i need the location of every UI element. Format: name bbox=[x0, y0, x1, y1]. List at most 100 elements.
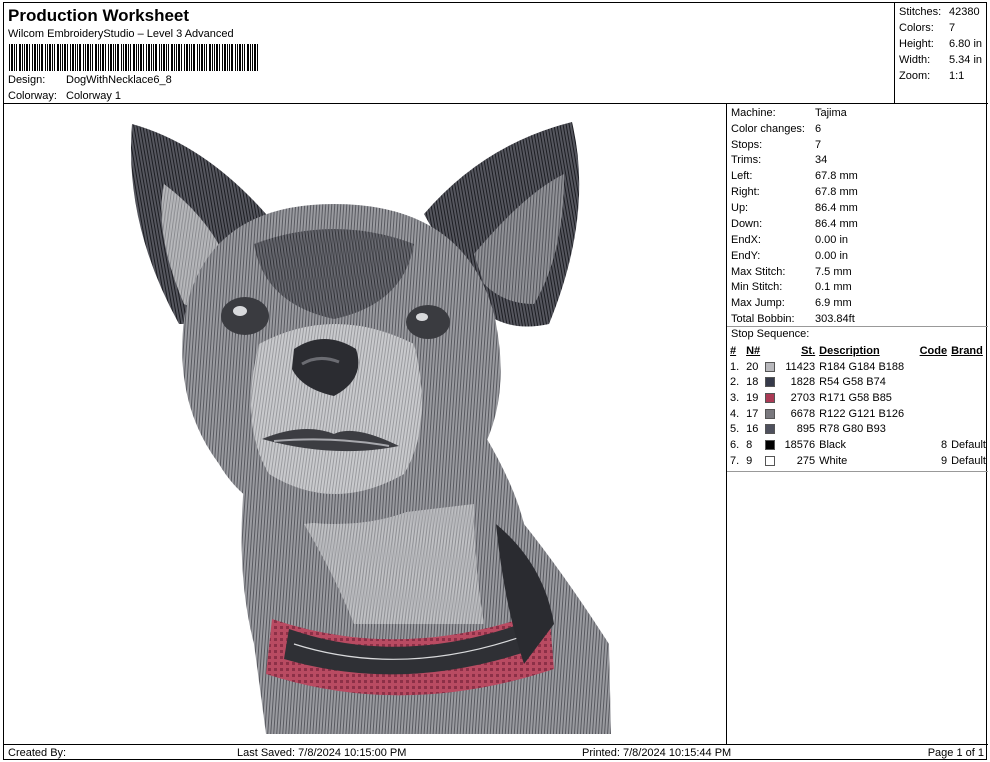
table-row: 2. 18 1828 R54 G58 B74 bbox=[730, 374, 986, 390]
color-swatch bbox=[765, 424, 776, 435]
header-index: # bbox=[730, 344, 737, 357]
stat-value: 6.80 in bbox=[949, 38, 983, 50]
info-value: 67.8 mm bbox=[815, 186, 858, 198]
stat-colors: Colors: 7 bbox=[899, 22, 955, 34]
info-value: 7.5 mm bbox=[815, 266, 852, 278]
stat-value: 5.34 in bbox=[949, 54, 983, 66]
info-row: Max Stitch: 7.5 mm bbox=[731, 266, 852, 278]
info-value: 0.00 in bbox=[815, 234, 849, 246]
info-label: Left: bbox=[731, 170, 753, 182]
info-label: Max Jump: bbox=[731, 297, 785, 309]
cell-brand bbox=[947, 421, 986, 437]
cell-index: 3. bbox=[730, 391, 740, 404]
cell-index: 2. bbox=[730, 376, 740, 389]
info-label: Down: bbox=[731, 218, 763, 230]
info-label: Machine: bbox=[731, 107, 776, 119]
info-row: Stops: 7 bbox=[731, 139, 821, 151]
dog-embroidery-image bbox=[130, 122, 612, 734]
stat-label: Width: bbox=[899, 54, 931, 66]
table-row: 5. 16 895 R78 G80 B93 bbox=[730, 421, 986, 437]
cell-stitches: 2703 bbox=[790, 391, 816, 404]
info-value: 86.4 mm bbox=[815, 202, 858, 214]
info-value: 6 bbox=[815, 123, 822, 135]
table-row: 3. 19 2703 R171 G58 B85 bbox=[730, 390, 986, 406]
design-row: Design: DogWithNecklace6_8 bbox=[8, 74, 172, 86]
cell-needle: 16 bbox=[746, 423, 759, 436]
header-needle: N# bbox=[746, 344, 761, 357]
cell-needle: 20 bbox=[746, 360, 759, 373]
design-stats: Stitches: 42380 Colors: 7 Height: 6.80 in W… bbox=[895, 3, 988, 104]
stat-height: Height: 6.80 in bbox=[899, 38, 982, 50]
stat-zoom: Zoom: 1:1 bbox=[899, 70, 964, 82]
cell-swatch bbox=[765, 374, 779, 390]
info-label: Total Bobbin: bbox=[731, 313, 795, 325]
table-row: 7. 9 275 White 9 Default bbox=[730, 453, 986, 469]
section-divider bbox=[727, 326, 988, 327]
info-label: Color changes: bbox=[731, 123, 805, 135]
info-row: Color changes: 6 bbox=[731, 123, 821, 135]
color-swatch bbox=[765, 393, 776, 403]
printed-date: Printed: 7/8/2024 10:15:44 PM bbox=[582, 747, 732, 759]
header-swatch bbox=[765, 343, 779, 359]
color-swatch bbox=[765, 377, 776, 388]
production-worksheet: Production Worksheet Wilcom EmbroiderySt… bbox=[3, 2, 988, 761]
cell-brand bbox=[947, 359, 986, 375]
color-swatch bbox=[765, 440, 776, 451]
cell-description: R171 G58 B85 bbox=[819, 391, 892, 404]
info-label: Right: bbox=[731, 186, 760, 198]
header-code: Code bbox=[919, 344, 948, 357]
color-swatch bbox=[765, 361, 776, 372]
info-row: Min Stitch: 0.1 mm bbox=[731, 281, 852, 293]
cell-index: 4. bbox=[730, 407, 740, 420]
stat-value: 42380 bbox=[949, 6, 980, 18]
info-value: 86.4 mm bbox=[815, 218, 858, 230]
last-saved: Last Saved: 7/8/2024 10:15:00 PM bbox=[237, 747, 407, 759]
stat-value: 1:1 bbox=[949, 70, 965, 82]
colorway-name: Colorway 1 bbox=[66, 90, 122, 102]
cell-stitches: 18576 bbox=[784, 438, 816, 451]
design-label: Design: bbox=[8, 74, 46, 86]
info-value: 303.84ft bbox=[815, 313, 855, 325]
info-row: Trims: 34 bbox=[731, 154, 827, 166]
cell-index: 6. bbox=[730, 438, 740, 451]
cell-needle: 17 bbox=[746, 407, 759, 420]
info-row: Right: 67.8 mm bbox=[731, 186, 858, 198]
stat-stitches: Stitches: 42380 bbox=[899, 6, 980, 18]
colorway-row: Colorway: Colorway 1 bbox=[8, 90, 121, 102]
info-label: Up: bbox=[731, 202, 749, 214]
cell-brand bbox=[947, 390, 986, 406]
header-description: Description bbox=[819, 344, 880, 357]
cell-swatch bbox=[765, 437, 779, 453]
info-value: 7 bbox=[815, 139, 822, 151]
stat-width: Width: 5.34 in bbox=[899, 54, 982, 66]
info-row: EndX: 0.00 in bbox=[731, 234, 848, 246]
cell-stitches: 6678 bbox=[790, 407, 816, 420]
cell-swatch bbox=[765, 390, 779, 406]
info-row: Total Bobbin: 303.84ft bbox=[731, 313, 855, 325]
cell-needle: 19 bbox=[746, 391, 759, 404]
worksheet-header: Production Worksheet Wilcom EmbroiderySt… bbox=[4, 3, 895, 104]
stat-label: Stitches: bbox=[899, 6, 942, 18]
cell-brand bbox=[947, 374, 986, 390]
cell-stitches: 1828 bbox=[790, 376, 816, 389]
cell-code bbox=[910, 421, 947, 437]
cell-stitches: 11423 bbox=[785, 360, 816, 373]
worksheet-footer: Created By: Last Saved: 7/8/2024 10:15:0… bbox=[4, 744, 988, 761]
cell-index: 5. bbox=[730, 423, 740, 436]
info-row: Left: 67.8 mm bbox=[731, 170, 858, 182]
cell-description: Black bbox=[819, 438, 847, 451]
stop-sequence-title: Stop Sequence: bbox=[731, 328, 810, 340]
dog-right-eye bbox=[406, 305, 450, 339]
cell-code bbox=[910, 406, 947, 422]
cell-brand: Default bbox=[951, 438, 986, 451]
info-label: Stops: bbox=[731, 139, 763, 151]
stat-label: Colors: bbox=[899, 22, 934, 34]
info-label: EndX: bbox=[731, 234, 761, 246]
table-row: 4. 17 6678 R122 G121 B126 bbox=[730, 406, 986, 422]
cell-swatch bbox=[765, 359, 779, 375]
software-name: Wilcom EmbroideryStudio – Level 3 Advanc… bbox=[8, 28, 234, 40]
created-by: Created By: bbox=[8, 747, 67, 759]
info-label: Max Stitch: bbox=[731, 266, 786, 278]
info-value: 6.9 mm bbox=[815, 297, 852, 309]
cell-swatch bbox=[765, 406, 779, 422]
